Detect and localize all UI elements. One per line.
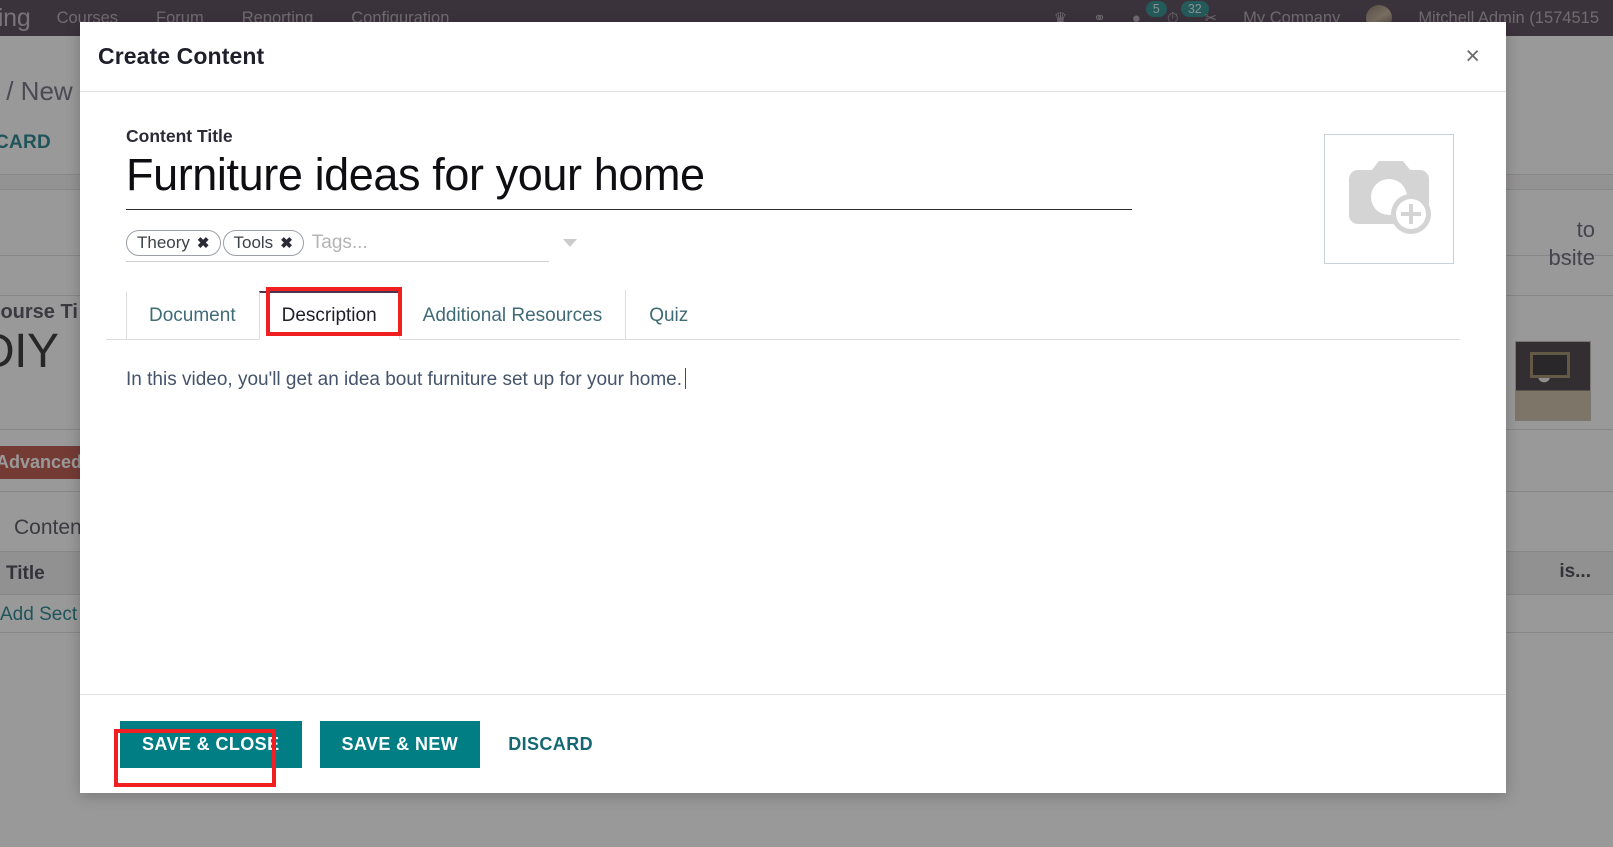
dialog-body: Content Title Theory ✖ Tools ✖ [80,92,1506,694]
dialog-header: Create Content × [80,22,1506,92]
tags-input[interactable] [305,232,557,254]
tag-label: Tools [233,233,274,252]
save-and-close-button[interactable]: SAVE & CLOSE [120,720,302,768]
description-editor[interactable]: In this video, you'll get an idea bout f… [126,366,1466,694]
chevron-down-icon[interactable] [562,239,577,247]
tab-quiz[interactable]: Quiz [626,291,711,340]
tag-chip[interactable]: Tools ✖ [222,230,304,256]
save-and-new-button[interactable]: SAVE & NEW [319,720,481,768]
content-tabs: Document Description Additional Resource… [106,287,1460,340]
tag-remove-icon[interactable]: ✖ [197,234,210,252]
description-text: In this video, you'll get an idea bout f… [126,369,683,390]
tag-remove-icon[interactable]: ✖ [280,234,293,252]
tab-description[interactable]: Description [258,291,400,340]
discard-button[interactable]: DISCARD [498,721,603,768]
dialog-footer: SAVE & CLOSE SAVE & NEW DISCARD [80,694,1506,793]
create-content-dialog: Create Content × Content Title Theory ✖ … [80,22,1506,793]
title-field-group: Content Title Theory ✖ Tools ✖ [126,126,1136,262]
tags-field[interactable]: Theory ✖ Tools ✖ [126,230,577,262]
camera-add-icon [1349,161,1431,234]
tag-label: Theory [137,233,190,252]
image-upload-placeholder[interactable] [1324,134,1454,264]
tab-additional-resources[interactable]: Additional Resources [400,291,626,340]
title-and-image-row: Content Title Theory ✖ Tools ✖ [126,126,1480,264]
tag-chip[interactable]: Theory ✖ [126,230,221,256]
close-icon[interactable]: × [1465,44,1480,69]
content-title-label: Content Title [126,126,233,146]
screen: rning Courses Forum Reporting Configurat… [0,0,1613,847]
text-cursor [685,368,687,389]
tab-document[interactable]: Document [126,291,259,340]
dialog-title: Create Content [98,43,265,69]
content-title-input[interactable] [126,149,1132,210]
